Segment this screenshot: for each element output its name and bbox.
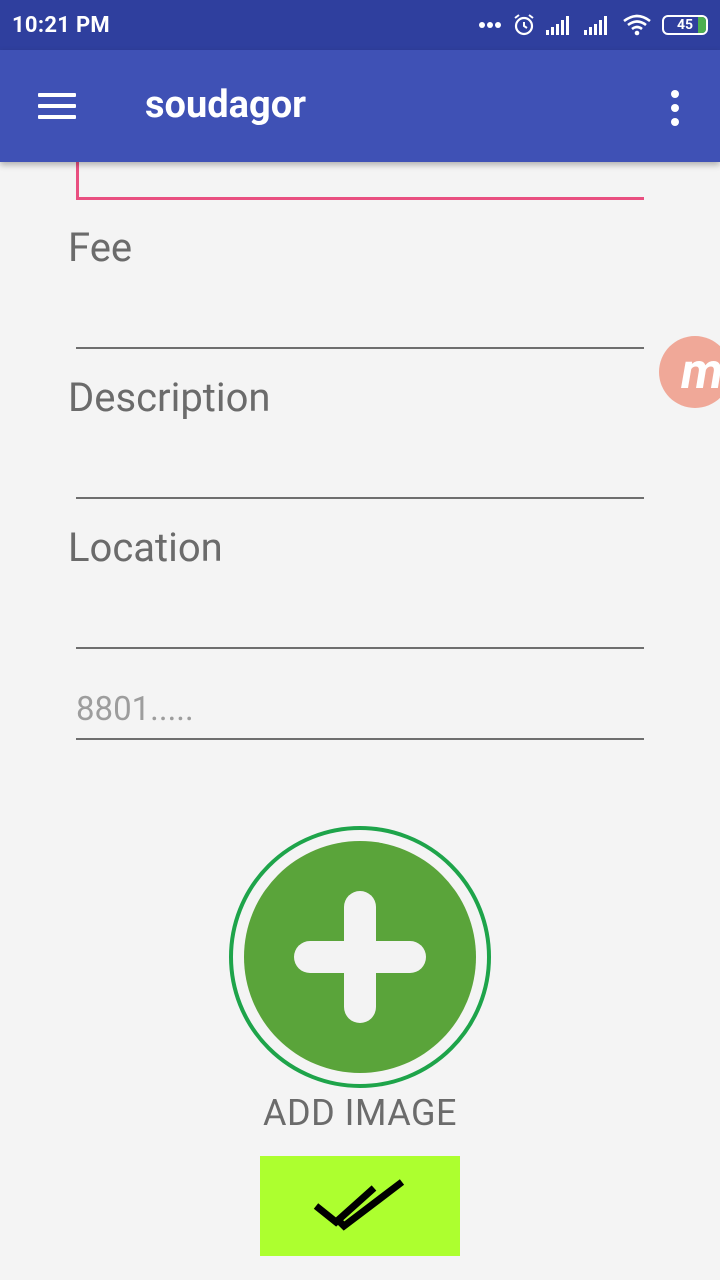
status-icons: 45 [478,13,708,37]
fee-field[interactable] [76,347,644,349]
hamburger-menu-icon[interactable] [26,82,86,130]
double-check-icon [313,1179,405,1231]
wifi-icon [623,14,651,36]
signal-icon [584,16,607,35]
add-image-button[interactable] [229,826,491,1088]
phone-input[interactable]: 8801..... [76,690,644,740]
app-title: soudagor [145,83,307,127]
floating-m-icon[interactable]: m [659,336,720,408]
location-label: Location [68,524,223,571]
battery-level: 45 [676,17,694,33]
location-field[interactable] [76,647,644,649]
fee-label: Fee [68,224,133,271]
app-bar: soudagor [0,50,720,162]
description-label: Description [68,374,271,421]
form-content: Fee Description Location 8801..... ADD I… [0,162,720,1280]
status-bar: 10:21 PM 45 [0,0,720,50]
description-field[interactable] [76,497,644,499]
add-image-label: ADD IMAGE [263,1092,457,1134]
more-dots-icon [479,22,501,28]
signal-icon [546,16,569,35]
more-vert-icon[interactable] [650,80,700,136]
focused-text-field[interactable] [76,162,644,200]
status-time: 10:21 PM [12,12,110,38]
battery-icon: 45 [662,15,708,35]
plus-icon [294,891,426,1023]
submit-button[interactable] [260,1156,460,1256]
alarm-icon [514,14,534,36]
